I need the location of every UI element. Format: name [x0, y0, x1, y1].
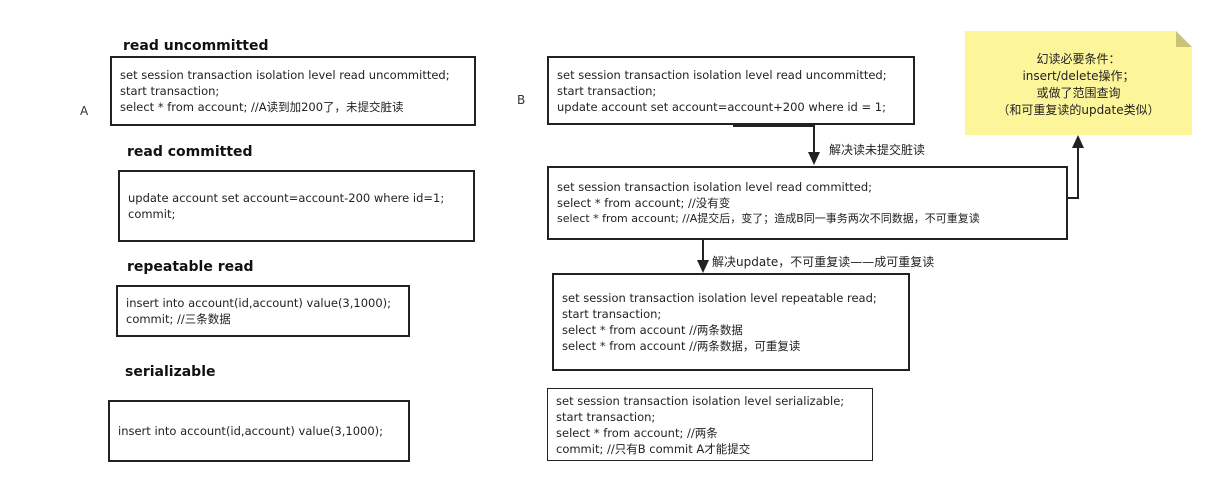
connector-layer	[697, 125, 1084, 273]
arrow-dirty-read-head	[808, 152, 820, 165]
arrow-dirty-read	[733, 125, 815, 154]
arrow-to-note-head	[1072, 135, 1084, 148]
arrow-to-note	[1068, 146, 1079, 199]
edge-label-dirty-read: 解决读未提交脏读	[829, 143, 926, 157]
edge-label-repeatable: 解决update，不可重复读——成可重复读	[712, 255, 935, 269]
arrow-repeatable-head	[697, 260, 709, 273]
